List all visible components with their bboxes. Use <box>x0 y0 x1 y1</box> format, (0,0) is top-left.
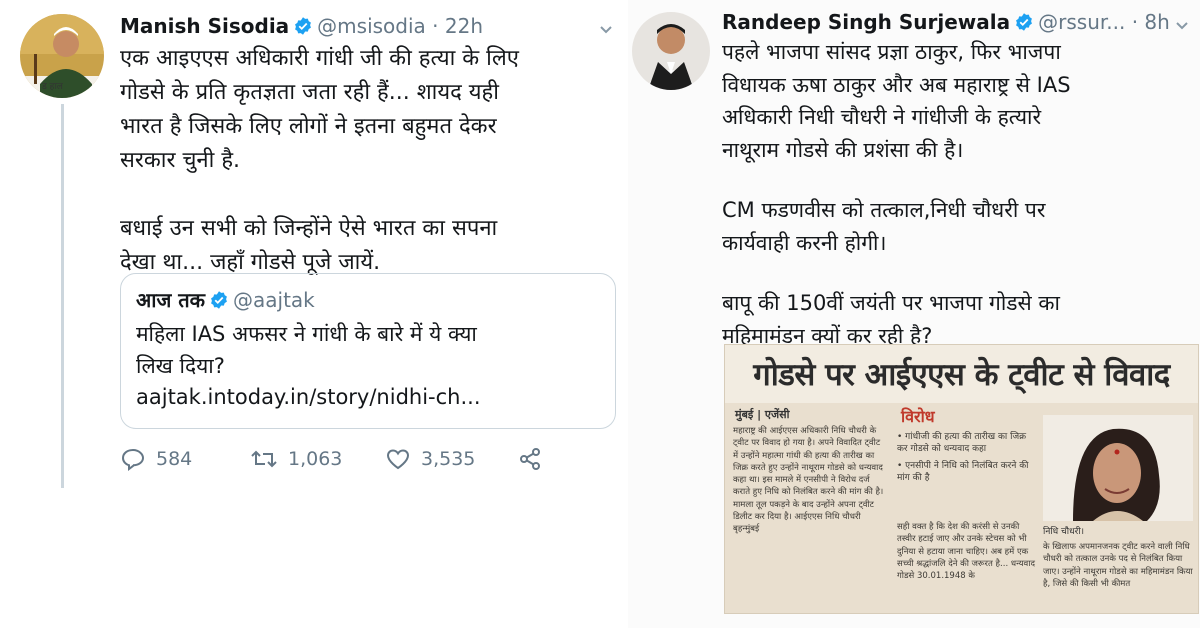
tweet-text-line: अधिकारी निधी चौधरी ने गांधीजी के हत्यारे <box>722 105 1042 129</box>
clipping-headline: गोडसे पर आईएएस के ट्वीट से विवाद <box>725 345 1198 403</box>
tweet-time[interactable]: 8h <box>1144 10 1169 34</box>
tweet-text-line: बधाई उन सभी को जिन्होंने ऐसे भारत का सपन… <box>120 216 498 241</box>
tweet-text-line: विधायक ऊषा ठाकुर और अब महाराष्ट्र से IAS <box>722 72 1071 97</box>
author-name[interactable]: Randeep Singh Surjewala <box>722 10 1010 34</box>
quoted-text-line: लिख दिया? <box>136 354 225 378</box>
separator-dot: · <box>432 14 439 38</box>
clipping-column-1: महाराष्ट्र की आईएएस अधिकारी निधि चौधरी क… <box>733 426 884 535</box>
tweet-text-line: सरकार चुनी है. <box>120 148 241 173</box>
retweet-icon <box>251 450 277 468</box>
tweet-text-line: कार्यवाही करनी होगी। <box>722 230 887 255</box>
clipping-subheading: विरोध <box>901 407 935 426</box>
clipping-bullet: • गांधीजी की हत्या की तारीख का जिक्र कर … <box>897 432 1027 455</box>
tweet-text-line: गोडसे के प्रति कृतज्ञता जता रही हैं... श… <box>120 80 499 105</box>
tweet-text: एक आइएएस अधिकारी गांधी जी की हत्या के लि… <box>120 42 620 280</box>
quoted-text: महिला IAS अफसर ने गांधी के बारे में ये क… <box>136 318 606 382</box>
clipping-photo <box>1043 415 1193 521</box>
retweet-button[interactable]: 1,063 <box>250 444 342 474</box>
author-handle[interactable]: @rssur... <box>1038 10 1125 34</box>
like-count: 3,535 <box>421 448 476 470</box>
clipping-photo-caption: निधि चौधरी। <box>1043 527 1085 537</box>
separator-dot: · <box>1131 10 1139 34</box>
tweet-time[interactable]: 22h <box>445 14 483 38</box>
tweet-manish-sisodia[interactable]: ड हाल Manish Sisodia @msisodia · 22h एक आ… <box>0 0 628 628</box>
clipping-dateline: मुंबई | एजेंसी <box>735 408 790 421</box>
chevron-down-icon[interactable] <box>1174 18 1190 34</box>
clipping-bullet-text: गांधीजी की हत्या की तारीख का जिक्र कर गो… <box>897 432 1027 455</box>
reply-button[interactable]: 584 <box>120 444 192 474</box>
reply-icon <box>121 448 145 471</box>
author-handle[interactable]: @msisodia <box>317 14 426 38</box>
quoted-author-handle: @aajtak <box>233 288 315 312</box>
avatar-photo-icon <box>632 12 710 90</box>
avatar-manish-sisodia[interactable]: ड हाल <box>20 14 104 98</box>
share-icon <box>520 448 540 470</box>
avatar-caption: ड हाल <box>42 82 63 92</box>
thread-line <box>61 104 64 488</box>
verified-badge-icon <box>211 291 227 309</box>
tweet-text-line: CM फडणवीस को तत्काल,निधी चौधरी पर <box>722 198 1046 222</box>
reply-count: 584 <box>156 448 193 470</box>
clipping-column-2: सही वक्त है कि देश की करंसी से उनकी तस्व… <box>897 522 1035 582</box>
tweet-header: Randeep Singh Surjewala @rssur... · 8h <box>722 10 1170 34</box>
tweet-text: पहले भाजपा सांसद प्रज्ञा ठाकुर, फिर भाजप… <box>722 36 1198 352</box>
verified-badge-icon <box>1016 13 1033 31</box>
like-button[interactable]: 3,535 <box>385 444 475 474</box>
like-icon <box>386 449 410 470</box>
share-button[interactable] <box>517 444 553 474</box>
quoted-link[interactable]: aajtak.intoday.in/story/nidhi-ch... <box>136 385 481 409</box>
quoted-tweet-card[interactable]: आज तक @aajtak महिला IAS अफसर ने गांधी के … <box>120 273 616 429</box>
clipping-bullet-text: एनसीपी ने निधि को निलंबित करने की मांग क… <box>897 460 1029 483</box>
verified-badge-icon <box>295 17 312 35</box>
clipping-bullet: • एनसीपी ने निधि को निलंबित करने की मांग… <box>897 460 1029 483</box>
clipping-column-3: के खिलाफ अपमानजनक ट्वीट करने वाली निधि च… <box>1043 542 1193 589</box>
clipping-bullets: • गांधीजी की हत्या की तारीख का जिक्र कर … <box>897 431 1037 511</box>
quoted-author-name: आज तक <box>136 288 206 312</box>
retweet-count: 1,063 <box>288 448 343 470</box>
tweet-text-line: पहले भाजपा सांसद प्रज्ञा ठाकुर, फिर भाजप… <box>722 40 1061 64</box>
newspaper-clipping-image[interactable]: गोडसे पर आईएएस के ट्वीट से विवाद मुंबई |… <box>724 344 1199 614</box>
tweet-text-line: एक आइएएस अधिकारी गांधी जी की हत्या के लि… <box>120 46 519 71</box>
tweet-text-line: बापू की 150वीं जयंती पर भाजपा गोडसे का <box>722 291 1060 315</box>
tweet-header: Manish Sisodia @msisodia · 22h <box>120 14 483 38</box>
chevron-down-icon[interactable] <box>598 22 614 38</box>
tweet-text-line: नाथूराम गोडसे की प्रशंसा की है। <box>722 137 964 162</box>
woman-portrait-icon <box>1043 415 1193 521</box>
quoted-text-line: महिला IAS अफसर ने गांधी के बारे में ये क… <box>136 322 477 346</box>
quoted-header: आज तक @aajtak <box>136 286 315 313</box>
author-name[interactable]: Manish Sisodia <box>120 14 289 38</box>
avatar-randeep-surjewala[interactable] <box>632 12 710 90</box>
tweet-text-line: भारत है जिसके लिए लोगों ने इतना बहुमत दे… <box>120 114 497 139</box>
